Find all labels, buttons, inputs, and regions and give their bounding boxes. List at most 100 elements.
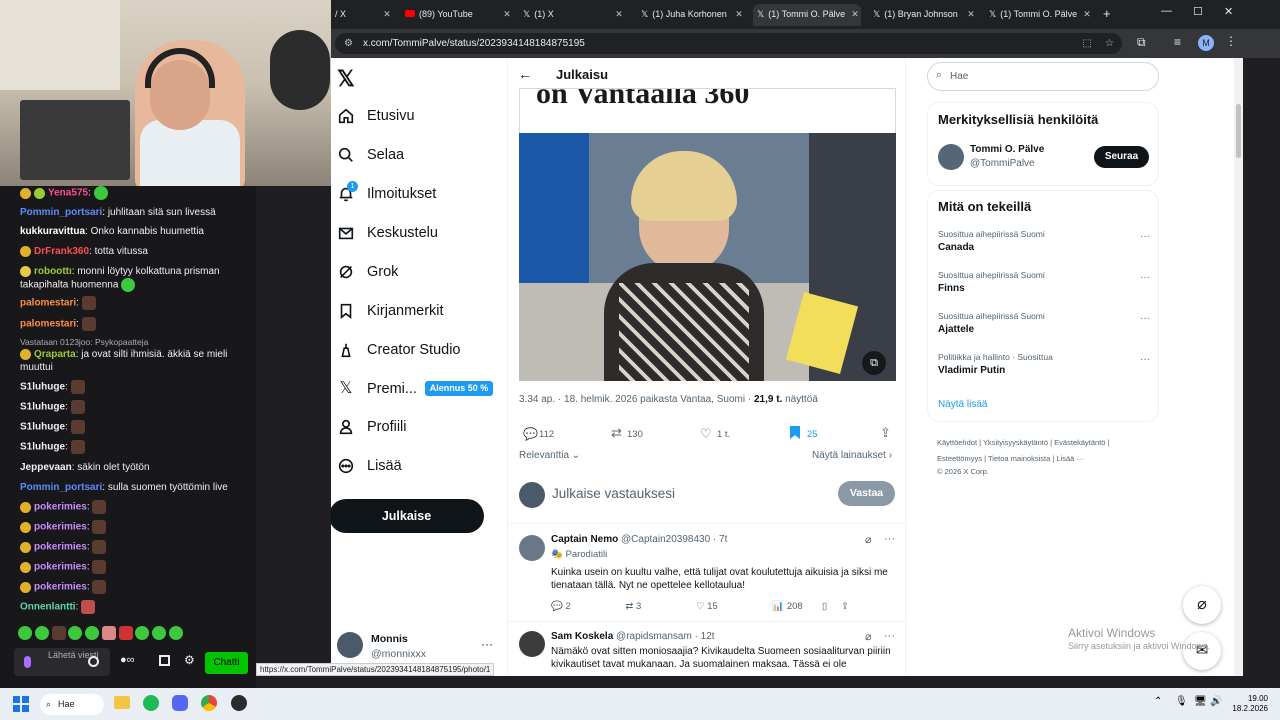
show-more-link[interactable]: Näytä lisää	[938, 399, 987, 410]
follow-button[interactable]: Seuraa	[1094, 146, 1149, 168]
volume-icon[interactable]: 🔊	[1210, 696, 1222, 707]
store-icon[interactable]	[159, 655, 170, 666]
more-icon[interactable]: ···	[1140, 231, 1150, 242]
close-window-icon[interactable]: ✕	[1224, 5, 1233, 18]
trend-item[interactable]: Politiikka ja hallinto · Suosittua Vladi…	[938, 352, 1150, 388]
browser-tab[interactable]: 𝕏 (1) Tommi O. Pälve ✕	[985, 4, 1093, 26]
mic-icon[interactable]	[24, 656, 31, 668]
reply-icon[interactable]: 💬	[551, 601, 563, 612]
new-tab-button[interactable]: +	[1099, 4, 1113, 26]
more-icon[interactable]: ···	[1140, 272, 1150, 283]
spotify-icon[interactable]	[143, 695, 159, 711]
bookmark-icon[interactable]: ▯	[822, 601, 827, 612]
share-icon[interactable]: ⇪	[841, 601, 849, 612]
back-arrow-icon[interactable]: ←	[518, 66, 532, 82]
share-icon[interactable]: ⇪	[880, 425, 891, 441]
emote-bar[interactable]	[18, 626, 238, 642]
settings-icon[interactable]: ⚙	[184, 653, 195, 667]
tray-chevron-icon[interactable]: ⌃	[1154, 696, 1162, 707]
emoji-icon[interactable]	[88, 656, 99, 667]
repost-icon[interactable]: ⇄	[625, 601, 633, 612]
taskbar-clock[interactable]: 19.00 18.2.2026	[1232, 694, 1268, 714]
star-icon[interactable]: ☆	[1105, 33, 1114, 54]
microphone-icon[interactable]: 🎙	[1175, 696, 1188, 707]
chat-send-button[interactable]: Chatti	[205, 652, 248, 674]
more-icon[interactable]: ···	[1140, 354, 1150, 365]
avatar	[519, 631, 545, 657]
browser-tab-active[interactable]: 𝕏 (1) Tommi O. Pälve ✕	[753, 4, 861, 26]
like-icon[interactable]: ♡	[696, 601, 705, 612]
chrome-icon[interactable]	[201, 695, 217, 711]
browser-tab[interactable]: 𝕏 (1) Bryan Johnson ✕	[869, 4, 977, 26]
grok-icon[interactable]: ⌀	[865, 630, 872, 643]
like-icon[interactable]: ♡	[700, 426, 712, 442]
grok-icon[interactable]: ⌀	[865, 533, 872, 546]
nav-item-home[interactable]: Etusivu	[337, 101, 415, 131]
nav-item-notifications[interactable]: Ilmoitukset 1	[337, 179, 436, 209]
nav-item-premium[interactable]: 𝕏 Premi... Alennus 50 %	[337, 374, 493, 404]
nav-item-more[interactable]: Lisää	[337, 451, 402, 481]
reply-post[interactable]: Captain Nemo @Captain20398430 · 7t 🎭 Par…	[508, 525, 906, 622]
address-bar[interactable]: ⚙ x.com/TommiPalve/status/20239341481848…	[335, 33, 1122, 54]
view-quotes-link[interactable]: Näytä lainaukset ›	[812, 450, 892, 461]
menu-icon[interactable]: ⋮	[1225, 34, 1237, 48]
reply-input[interactable]: Julkaise vastauksesi	[552, 486, 675, 501]
sort-dropdown[interactable]: Relevanttia ⌄	[519, 450, 580, 461]
more-icon[interactable]: ···	[884, 630, 895, 642]
network-icon[interactable]: 🖥	[1194, 696, 1207, 707]
close-icon[interactable]: ✕	[1081, 4, 1093, 24]
maximize-icon[interactable]: ☐	[1193, 5, 1203, 18]
trend-item[interactable]: Suosittua aihepiirissä Suomi Canada ···	[938, 229, 1150, 265]
views-icon[interactable]: 📊	[772, 601, 784, 612]
site-info-icon[interactable]: ⚙	[344, 33, 353, 54]
grok-float-button[interactable]: ⌀	[1183, 586, 1221, 624]
browser-tab[interactable]: 𝕏 (1) Juha Korhonen ✕	[637, 4, 745, 26]
file-explorer-icon[interactable]	[114, 696, 130, 709]
install-icon[interactable]: ⬚	[1083, 33, 1092, 54]
taskbar-search[interactable]: ⌕ Hae	[40, 694, 104, 715]
profile-avatar[interactable]: M	[1198, 35, 1214, 51]
close-icon[interactable]: ✕	[501, 4, 513, 24]
extensions-icon[interactable]: ⧉	[1137, 35, 1146, 50]
close-icon[interactable]: ✕	[733, 4, 745, 24]
reply-icon[interactable]: 💬	[523, 427, 538, 441]
search-input[interactable]: ⌕ Hae	[927, 62, 1159, 91]
close-icon[interactable]: ✕	[965, 4, 977, 24]
close-icon[interactable]: ✕	[613, 4, 625, 24]
nav-item-grok[interactable]: Grok	[337, 257, 398, 287]
reply-submit-button[interactable]: Vastaa	[838, 481, 895, 506]
reply-post[interactable]: Sam Koskela @rapidsmansam · 12t ⌀ ··· Nä…	[508, 623, 906, 676]
discord-icon[interactable]	[172, 695, 188, 711]
reading-list-icon[interactable]: ≡	[1174, 35, 1181, 49]
page-scrollbar[interactable]	[1234, 58, 1243, 676]
trend-item[interactable]: Suosittua aihepiirissä Suomi Finns ···	[938, 270, 1150, 306]
nav-item-creator-studio[interactable]: Creator Studio	[337, 335, 461, 365]
post-button[interactable]: Julkaise	[331, 499, 484, 533]
reply-context: Vastataan 0123joo: Psykopaatteja	[20, 337, 149, 347]
more-icon[interactable]: ···	[481, 637, 493, 651]
more-icon[interactable]: ···	[884, 533, 895, 545]
nav-item-bookmarks[interactable]: Kirjanmerkit	[337, 296, 444, 326]
minimize-icon[interactable]: —	[1161, 5, 1172, 17]
more-icon[interactable]: ···	[1140, 313, 1150, 324]
obs-icon[interactable]	[231, 695, 247, 711]
nav-item-explore[interactable]: Selaa	[337, 140, 404, 170]
close-icon[interactable]: ✕	[381, 4, 393, 24]
browser-tab[interactable]: / X ✕	[331, 4, 393, 26]
trend-item[interactable]: Suosittua aihepiirissä Suomi Ajattele ··…	[938, 311, 1150, 347]
post-photo[interactable]: ⧉	[519, 133, 896, 381]
repost-icon[interactable]: ⇄	[611, 425, 622, 441]
browser-tab[interactable]: 𝕏 (1) X ✕	[519, 4, 625, 26]
windows-start-icon[interactable]	[13, 696, 29, 712]
close-icon[interactable]: ✕	[849, 4, 861, 24]
nav-item-messages[interactable]: Keskustelu	[337, 218, 438, 248]
footer-links[interactable]: Käyttöehdot | Yksityisyyskäytäntö | Eväs…	[937, 435, 1163, 477]
points-icon[interactable]: ●∞	[120, 654, 135, 666]
bookmark-icon[interactable]	[790, 426, 800, 439]
nav-item-profile[interactable]: Profiili	[337, 412, 406, 442]
account-switcher[interactable]: Monnis @monnixxx ···	[337, 631, 497, 661]
alt-text-icon[interactable]: ⧉	[862, 351, 886, 375]
grok-icon: ⌀	[1197, 596, 1207, 613]
x-logo-icon[interactable]: 𝕏	[337, 66, 355, 92]
browser-tab[interactable]: (89) YouTube ✕	[401, 4, 513, 26]
